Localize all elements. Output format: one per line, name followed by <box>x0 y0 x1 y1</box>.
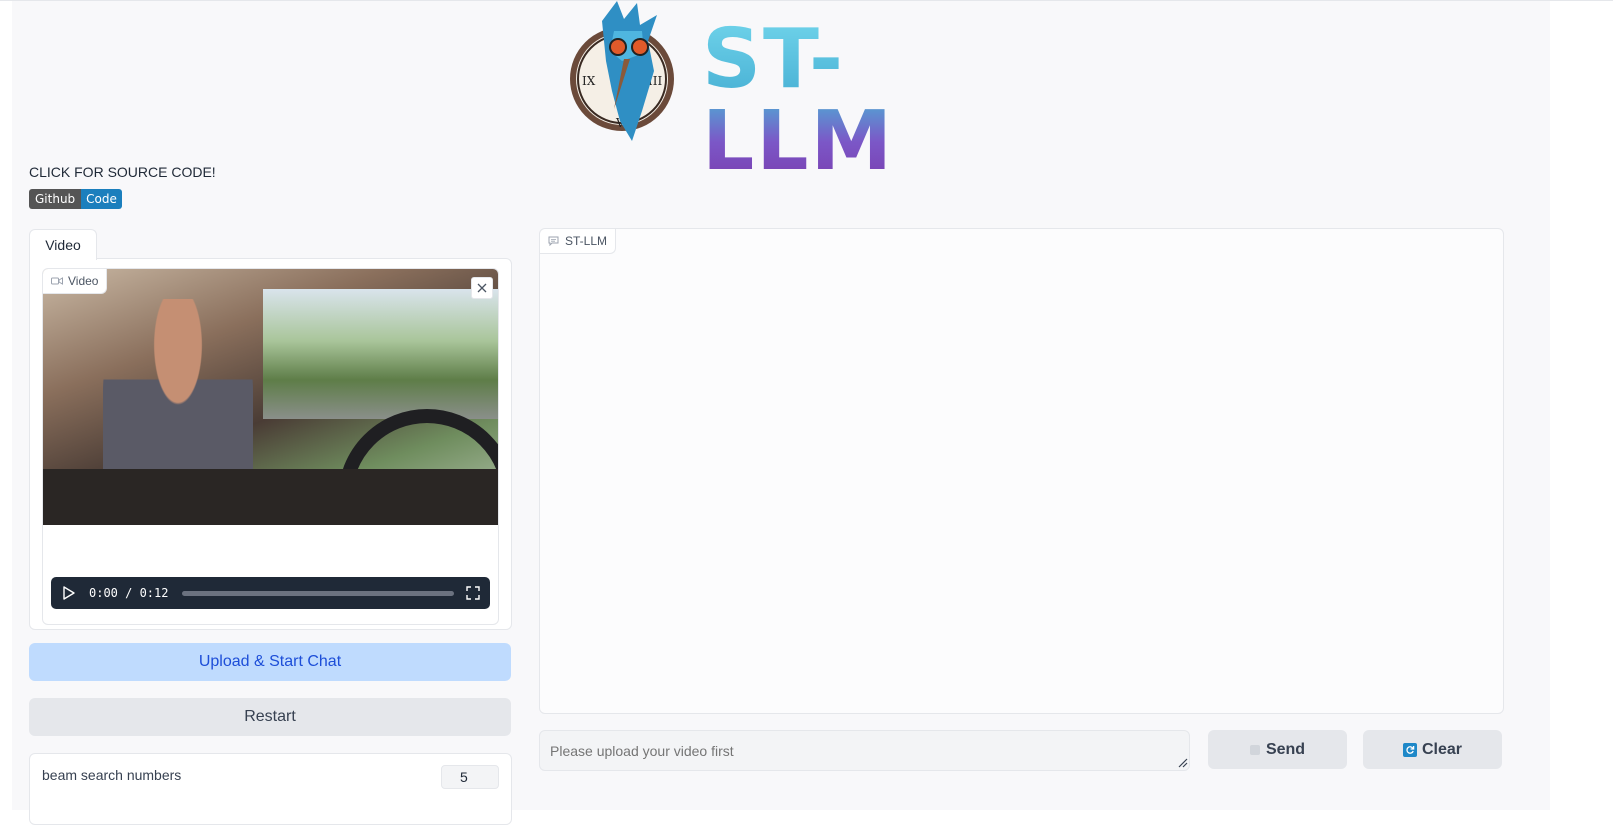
resize-grip-icon[interactable] <box>1178 758 1188 768</box>
chatbot-label: ST-LLM <box>540 229 617 254</box>
video-tab-panel: Video 0:00 / 0:12 <box>29 258 512 630</box>
logo: IX III VI ST-LLM <box>562 1 1012 183</box>
fullscreen-button[interactable] <box>466 586 481 600</box>
video-label: Video <box>43 269 108 294</box>
play-button[interactable] <box>63 586 77 600</box>
clear-button-label: Clear <box>1421 740 1463 758</box>
refresh-icon <box>1402 742 1417 757</box>
video-progress-bar[interactable] <box>182 590 455 596</box>
time-display: 0:00 / 0:12 <box>89 586 169 600</box>
logo-text: ST-LLM <box>702 19 1012 183</box>
beam-search-setting: beam search numbers 5 <box>29 753 512 825</box>
svg-text:IX: IX <box>582 74 596 88</box>
video-label-text: Video <box>68 274 99 288</box>
restart-button[interactable]: Restart <box>29 698 511 736</box>
beam-search-label: beam search numbers <box>42 767 182 783</box>
bird-clock-icon: IX III VI <box>570 1 674 141</box>
video-camera-icon <box>51 277 63 285</box>
chatbot-panel: ST-LLM <box>539 228 1504 714</box>
badge-right: Code <box>81 189 122 209</box>
video-frame[interactable] <box>43 269 498 525</box>
badge-left: Github <box>29 189 82 209</box>
github-code-badge[interactable]: Github Code <box>29 189 122 209</box>
video-component: Video 0:00 / 0:12 <box>42 268 499 625</box>
video-controls: 0:00 / 0:12 <box>51 577 490 609</box>
close-icon <box>477 283 487 293</box>
close-video-button[interactable] <box>471 277 493 299</box>
send-button-label: Send <box>1265 740 1306 758</box>
source-code-text: CLICK FOR SOURCE CODE! <box>29 164 216 180</box>
clear-button[interactable]: Clear <box>1363 730 1502 769</box>
fullscreen-icon <box>466 586 481 600</box>
upload-start-chat-button[interactable]: Upload & Start Chat <box>29 643 511 681</box>
video-scene-dash <box>43 469 498 525</box>
app-container: IX III VI ST-LLM CLICK FOR SOURCE CODE! … <box>12 1 1550 825</box>
send-indicator-icon <box>1249 744 1260 755</box>
play-icon <box>63 586 75 600</box>
chat-bubble-icon <box>548 236 559 246</box>
chatbot-label-text: ST-LLM <box>565 234 608 248</box>
tab-video[interactable]: Video <box>29 229 97 260</box>
message-input[interactable] <box>539 730 1190 771</box>
video-scene-window <box>263 289 498 419</box>
beam-search-number-input[interactable]: 5 <box>441 765 499 789</box>
send-button[interactable]: Send <box>1208 730 1347 769</box>
